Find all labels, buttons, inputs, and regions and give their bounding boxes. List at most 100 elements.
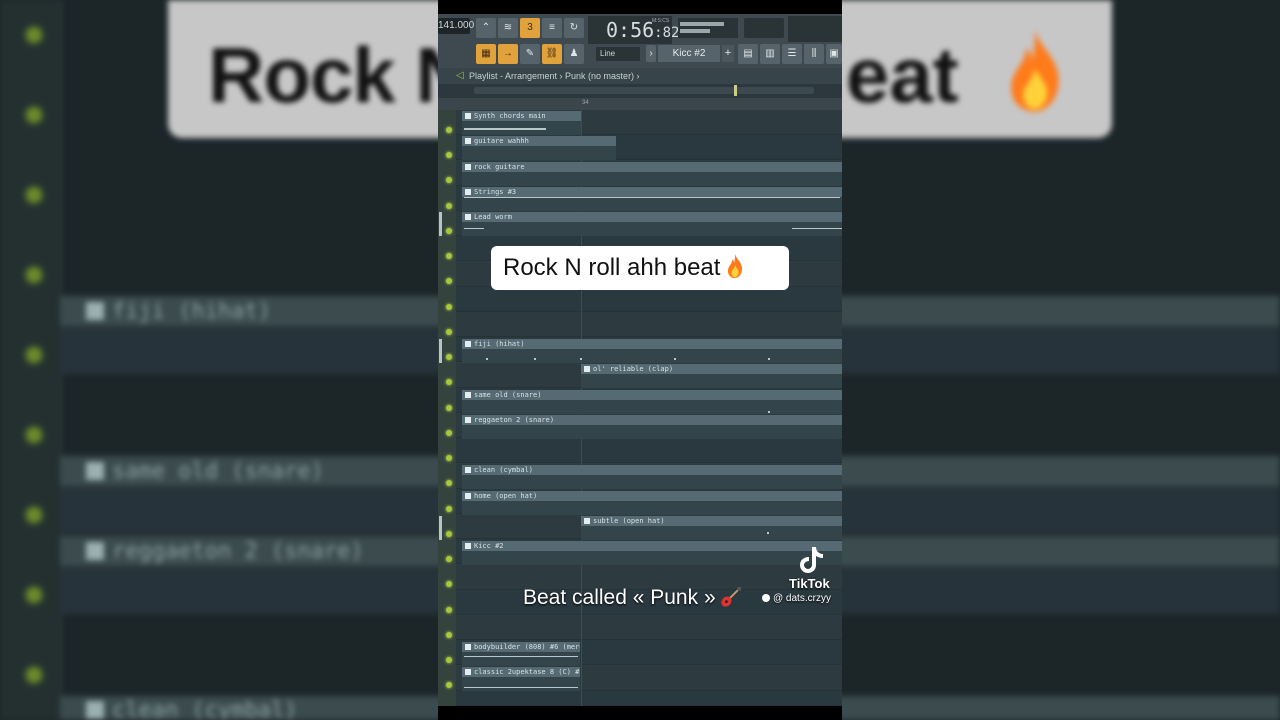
bg-track-dot (27, 428, 41, 442)
daw-window: 141.000 ⌃ ≋ 3 ≡ ↻ 0:56:82 M:S:CS ▦ → ✎ ⛓… (438, 0, 842, 720)
track-led[interactable] (446, 682, 452, 688)
creator-handle: @ dats.crzyy (762, 593, 831, 604)
track-lane[interactable] (456, 438, 842, 463)
clip-start-marker (439, 339, 442, 363)
fire-icon (728, 253, 743, 279)
pattern-clip[interactable]: home (open hat) (462, 491, 842, 515)
pattern-mode-button[interactable]: ▦ (476, 44, 496, 64)
track-led[interactable] (446, 556, 452, 562)
song-mode-button[interactable]: → (498, 44, 518, 64)
track-lane[interactable] (456, 691, 842, 706)
clip-start-marker (439, 212, 442, 236)
track-led[interactable] (446, 405, 452, 411)
track-led[interactable] (446, 304, 452, 310)
track-led[interactable] (446, 455, 452, 461)
scrollbar-thumb[interactable] (474, 87, 814, 94)
bg-track-dot (27, 668, 41, 682)
track-led[interactable] (446, 203, 452, 209)
video-caption: Rock N roll ahh beat (491, 246, 789, 290)
track-led[interactable] (446, 177, 452, 183)
blend-notes-button[interactable]: ≡ (542, 18, 562, 38)
horizontal-scrollbar[interactable] (438, 84, 842, 98)
add-pattern-button[interactable]: + (722, 45, 734, 62)
pattern-clip[interactable]: Synth chords main (462, 111, 581, 135)
bg-row-label: fiji (hihat) (86, 299, 271, 324)
letterbox-bottom (438, 706, 842, 720)
track-led[interactable] (446, 379, 452, 385)
track-lane[interactable] (456, 312, 842, 337)
loop-record-button[interactable]: ↻ (564, 18, 584, 38)
pattern-clip[interactable]: Kicc #2 (462, 541, 842, 565)
track-led[interactable] (446, 506, 452, 512)
track-led[interactable] (446, 329, 452, 335)
snap-select[interactable]: Line (596, 47, 640, 61)
track-led[interactable] (446, 607, 452, 613)
track-led[interactable] (446, 127, 452, 133)
time-unit: M:S:CS (652, 18, 670, 24)
bg-banner-text-right: eat (846, 31, 959, 119)
wait-input-button[interactable]: ≋ (498, 18, 518, 38)
bg-track-dot (27, 108, 41, 122)
track-led[interactable] (446, 253, 452, 259)
playhead-marker[interactable] (734, 85, 737, 96)
bg-row-label: same old (snare) (86, 459, 324, 484)
pattern-clip[interactable]: reggaeton 2 (snare) (462, 415, 842, 439)
tiktok-watermark: TikTok (789, 576, 830, 591)
track-led[interactable] (446, 354, 452, 360)
pattern-clip[interactable]: rock guitare (462, 162, 842, 186)
timeline-ruler[interactable]: 34 (438, 98, 842, 110)
piano-roll-icon[interactable]: ▥ (760, 44, 780, 64)
bg-banner-text-left: Rock N (208, 31, 472, 119)
bg-track-dot (27, 588, 41, 602)
pattern-clip[interactable]: bodybuilder (808) #6 (merged) (462, 642, 580, 666)
bg-track-dot (27, 348, 41, 362)
oscilloscope (744, 18, 784, 38)
user-icon (762, 594, 770, 602)
metronome-button[interactable]: ⌃ (476, 18, 496, 38)
caption-text: Rock N roll ahh beat (503, 254, 721, 281)
tiktok-logo-icon (800, 547, 823, 573)
arrangement-lanes: Synth chords main guitare wahhh rock gui… (438, 110, 842, 706)
letterbox-top (438, 0, 842, 14)
pattern-clip[interactable]: Strings #3 (462, 187, 842, 211)
bg-track-dot (27, 188, 41, 202)
pattern-prev-icon[interactable]: › (646, 45, 656, 62)
channel-rack-icon[interactable]: ☰ (782, 44, 802, 64)
track-led[interactable] (446, 632, 452, 638)
bg-track-dot (27, 508, 41, 522)
track-led[interactable] (446, 152, 452, 158)
mini-monitor (788, 16, 842, 42)
ruler-bar-number: 34 (582, 100, 589, 106)
pattern-clip[interactable]: guitare wahhh (462, 136, 616, 160)
pattern-clip[interactable]: classic 2upektase 8 (C) #5 (merged) (462, 667, 580, 691)
browser-icon[interactable]: ▣ (826, 44, 842, 64)
track-led[interactable] (446, 581, 452, 587)
bg-row-label: clean (cymbal) (86, 698, 297, 720)
track-led[interactable] (446, 657, 452, 663)
track-led[interactable] (446, 531, 452, 537)
clip-start-marker (439, 516, 442, 540)
bg-track-dot (27, 268, 41, 282)
track-lane[interactable] (456, 615, 842, 640)
stamp-tool-icon[interactable]: ♟ (564, 44, 584, 64)
playlist-icon[interactable]: ▤ (738, 44, 758, 64)
guitar-icon (720, 586, 741, 607)
countdown-button[interactable]: 3 (520, 18, 540, 38)
mixer-icon[interactable]: ⫼ (804, 44, 824, 64)
pattern-clip[interactable]: ol' reliable (clap) (581, 364, 842, 388)
track-led[interactable] (446, 228, 452, 234)
pattern-clip[interactable]: Lead worm (462, 212, 842, 236)
tempo-display[interactable]: 141.000 (438, 18, 474, 34)
link-tool-icon[interactable]: ⛓ (542, 44, 562, 64)
track-led[interactable] (446, 278, 452, 284)
track-lane[interactable] (456, 287, 842, 312)
pattern-clip[interactable]: subtle (open hat) (581, 516, 842, 540)
pattern-clip[interactable]: fiji (hihat) (462, 339, 842, 363)
track-led[interactable] (446, 430, 452, 436)
track-led[interactable] (446, 480, 452, 486)
pattern-clip[interactable]: clean (cymbal) (462, 465, 842, 489)
pattern-selector[interactable]: Kicc #2 (658, 45, 720, 62)
pencil-tool-icon[interactable]: ✎ (520, 44, 540, 64)
bg-row-label: reggaeton 2 (snare) (86, 539, 364, 564)
pattern-clip[interactable]: same old (snare) (462, 390, 842, 414)
